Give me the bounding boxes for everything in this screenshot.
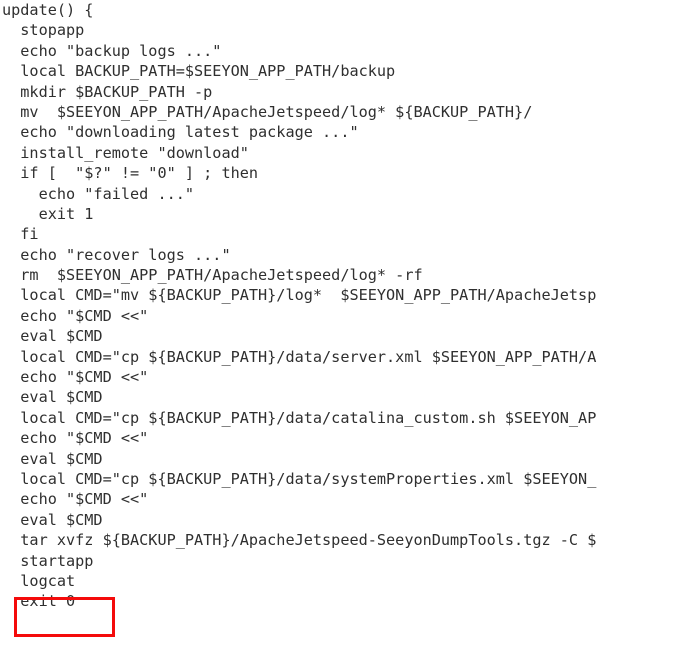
code-line: install_remote "download" bbox=[2, 143, 249, 162]
code-line: echo "$CMD <<" bbox=[2, 368, 149, 387]
code-line: local CMD="cp ${BACKUP_PATH}/data/system… bbox=[2, 469, 597, 488]
code-line: local CMD="mv ${BACKUP_PATH}/log* $SEEYO… bbox=[2, 286, 597, 305]
code-line: echo "$CMD <<" bbox=[2, 490, 149, 509]
code-line: echo "recover logs ..." bbox=[2, 245, 231, 264]
code-line: echo "$CMD <<" bbox=[2, 306, 149, 325]
code-line: exit 1 bbox=[2, 204, 94, 223]
code-line: eval $CMD bbox=[2, 388, 103, 407]
code-line: eval $CMD bbox=[2, 327, 103, 346]
code-line: mkdir $BACKUP_PATH -p bbox=[2, 82, 213, 101]
code-line: fi bbox=[2, 225, 39, 244]
code-line: echo "$CMD <<" bbox=[2, 429, 149, 448]
code-line: echo "failed ..." bbox=[2, 184, 195, 203]
code-line: stopapp bbox=[2, 21, 85, 40]
code-line: echo "backup logs ..." bbox=[2, 41, 222, 60]
code-line: local CMD="cp ${BACKUP_PATH}/data/catali… bbox=[2, 408, 597, 427]
code-line: local CMD="cp ${BACKUP_PATH}/data/server… bbox=[2, 347, 597, 366]
code-line: mv $SEEYON_APP_PATH/ApacheJetspeed/log* … bbox=[2, 102, 533, 121]
code-line: exit 0 bbox=[2, 592, 76, 611]
code-line: startapp bbox=[2, 551, 94, 570]
code-snippet-view: update() { stopapp echo "backup logs ...… bbox=[0, 0, 675, 662]
code-line: rm $SEEYON_APP_PATH/ApacheJetspeed/log* … bbox=[2, 266, 423, 285]
code-line: local BACKUP_PATH=$SEEYON_APP_PATH/backu… bbox=[2, 62, 396, 81]
code-line: update() { bbox=[2, 1, 94, 19]
code-line: tar xvfz ${BACKUP_PATH}/ApacheJetspeed-S… bbox=[2, 531, 597, 550]
code-line-list: update() { stopapp echo "backup logs ...… bbox=[0, 0, 675, 612]
code-line: if [ "$?" != "0" ] ; then bbox=[2, 164, 259, 183]
code-line: logcat bbox=[2, 571, 76, 590]
code-line: eval $CMD bbox=[2, 510, 103, 529]
code-line: echo "downloading latest package ..." bbox=[2, 123, 359, 142]
code-line: eval $CMD bbox=[2, 449, 103, 468]
